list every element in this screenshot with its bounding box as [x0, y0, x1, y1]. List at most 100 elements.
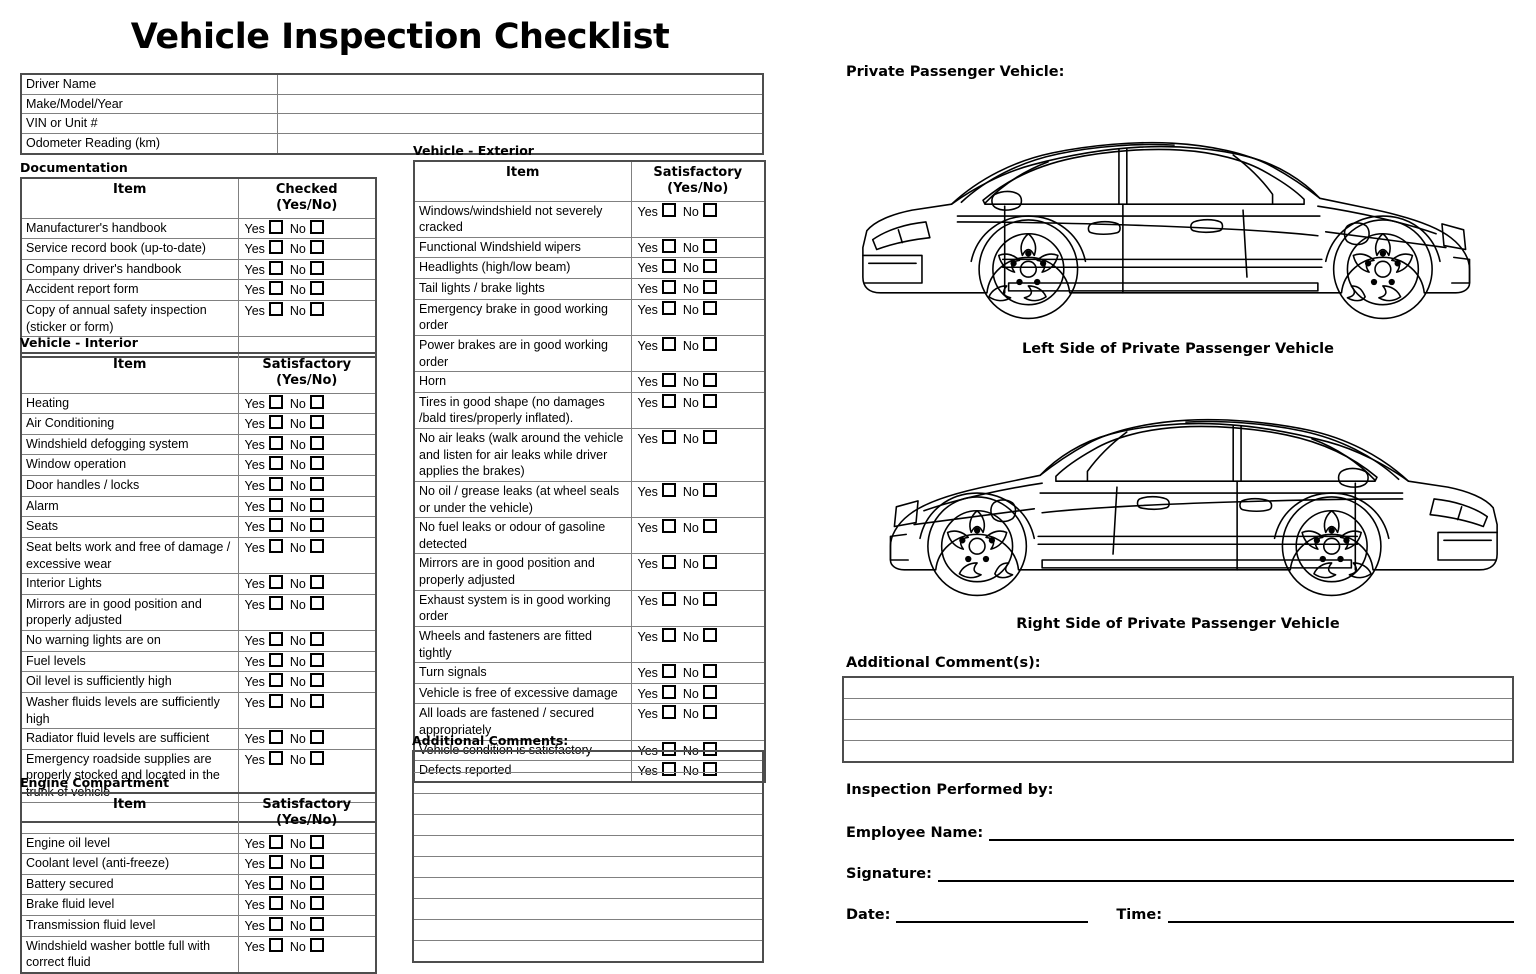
comment-line-cell[interactable]	[412, 793, 764, 815]
no-checkbox[interactable]	[702, 202, 717, 217]
yes-checkbox[interactable]	[268, 875, 283, 890]
no-checkbox[interactable]	[702, 627, 717, 642]
comment-line-cell[interactable]	[842, 676, 1514, 699]
no-checkbox[interactable]	[309, 394, 324, 409]
no-checkbox[interactable]	[309, 240, 324, 255]
no-checkbox[interactable]	[702, 684, 717, 699]
yes-checkbox[interactable]	[268, 456, 283, 471]
no-checkbox[interactable]	[309, 415, 324, 430]
no-checkbox[interactable]	[702, 664, 717, 679]
no-checkbox[interactable]	[309, 260, 324, 275]
comment-line[interactable]	[412, 856, 764, 878]
comment-line-cell[interactable]	[412, 877, 764, 899]
comment-line[interactable]	[412, 750, 764, 773]
comment-line-cell[interactable]	[412, 814, 764, 836]
no-checkbox[interactable]	[309, 673, 324, 688]
time-field[interactable]	[1168, 921, 1514, 923]
yes-checkbox[interactable]	[268, 415, 283, 430]
no-checkbox[interactable]	[702, 705, 717, 720]
comment-line[interactable]	[412, 772, 764, 794]
no-checkbox[interactable]	[702, 393, 717, 408]
yes-checkbox[interactable]	[661, 393, 676, 408]
yes-checkbox[interactable]	[268, 477, 283, 491]
comment-line-cell[interactable]	[412, 835, 764, 857]
yes-checkbox[interactable]	[268, 632, 283, 646]
no-checkbox[interactable]	[702, 519, 717, 534]
no-checkbox[interactable]	[309, 435, 324, 450]
comment-line[interactable]	[842, 698, 1514, 720]
no-checkbox[interactable]	[309, 896, 324, 911]
yes-checkbox[interactable]	[268, 834, 283, 849]
yes-checkbox[interactable]	[661, 280, 676, 294]
no-checkbox[interactable]	[309, 917, 324, 931]
yes-checkbox[interactable]	[661, 627, 676, 642]
info-row-value[interactable]	[277, 113, 764, 134]
comment-line-cell[interactable]	[412, 898, 764, 920]
yes-checkbox[interactable]	[268, 937, 283, 952]
comment-line-cell[interactable]	[412, 919, 764, 941]
no-checkbox[interactable]	[309, 456, 324, 471]
yes-checkbox[interactable]	[661, 238, 676, 253]
comment-line-cell[interactable]	[412, 750, 764, 773]
no-checkbox[interactable]	[702, 591, 717, 606]
yes-checkbox[interactable]	[268, 750, 283, 765]
comment-line[interactable]	[412, 835, 764, 857]
yes-checkbox[interactable]	[268, 394, 283, 409]
no-checkbox[interactable]	[702, 555, 717, 570]
no-checkbox[interactable]	[309, 937, 324, 952]
yes-checkbox[interactable]	[268, 497, 283, 512]
yes-checkbox[interactable]	[661, 373, 676, 388]
no-checkbox[interactable]	[309, 750, 324, 765]
comment-line[interactable]	[842, 676, 1514, 699]
yes-checkbox[interactable]	[661, 684, 676, 699]
yes-checkbox[interactable]	[268, 896, 283, 911]
yes-checkbox[interactable]	[268, 595, 283, 610]
comment-line-cell[interactable]	[412, 856, 764, 878]
comment-line-cell[interactable]	[412, 772, 764, 794]
comment-line[interactable]	[412, 793, 764, 815]
date-field[interactable]	[896, 921, 1089, 923]
no-checkbox[interactable]	[309, 632, 324, 646]
comment-line-cell[interactable]	[412, 940, 764, 963]
info-row-value[interactable]	[277, 73, 764, 95]
no-checkbox[interactable]	[702, 300, 717, 315]
yes-checkbox[interactable]	[661, 555, 676, 570]
comment-line[interactable]	[842, 719, 1514, 741]
comment-line-cell[interactable]	[842, 719, 1514, 741]
no-checkbox[interactable]	[309, 834, 324, 849]
yes-checkbox[interactable]	[268, 575, 283, 590]
no-checkbox[interactable]	[309, 595, 324, 610]
no-checkbox[interactable]	[702, 373, 717, 388]
info-row-value[interactable]	[277, 93, 764, 115]
comment-line[interactable]	[412, 877, 764, 899]
no-checkbox[interactable]	[702, 430, 717, 444]
yes-checkbox[interactable]	[661, 336, 676, 351]
yes-checkbox[interactable]	[661, 430, 676, 444]
no-checkbox[interactable]	[309, 302, 324, 316]
yes-checkbox[interactable]	[661, 519, 676, 534]
yes-checkbox[interactable]	[268, 855, 283, 870]
comment-line[interactable]	[412, 919, 764, 941]
yes-checkbox[interactable]	[661, 591, 676, 606]
yes-checkbox[interactable]	[661, 259, 676, 274]
no-checkbox[interactable]	[309, 575, 324, 590]
comment-line[interactable]	[412, 940, 764, 963]
no-checkbox[interactable]	[702, 238, 717, 253]
no-checkbox[interactable]	[309, 281, 324, 296]
employee-name-field[interactable]	[989, 839, 1514, 841]
comment-line[interactable]	[412, 814, 764, 836]
yes-checkbox[interactable]	[268, 673, 283, 688]
yes-checkbox[interactable]	[661, 300, 676, 315]
no-checkbox[interactable]	[702, 280, 717, 294]
yes-checkbox[interactable]	[661, 705, 676, 720]
yes-checkbox[interactable]	[268, 917, 283, 931]
no-checkbox[interactable]	[702, 336, 717, 351]
comment-line[interactable]	[412, 898, 764, 920]
no-checkbox[interactable]	[702, 482, 717, 497]
comment-line-cell[interactable]	[842, 698, 1514, 720]
yes-checkbox[interactable]	[268, 652, 283, 667]
comment-line[interactable]	[842, 740, 1514, 763]
yes-checkbox[interactable]	[268, 693, 283, 708]
no-checkbox[interactable]	[309, 477, 324, 491]
no-checkbox[interactable]	[309, 538, 324, 553]
